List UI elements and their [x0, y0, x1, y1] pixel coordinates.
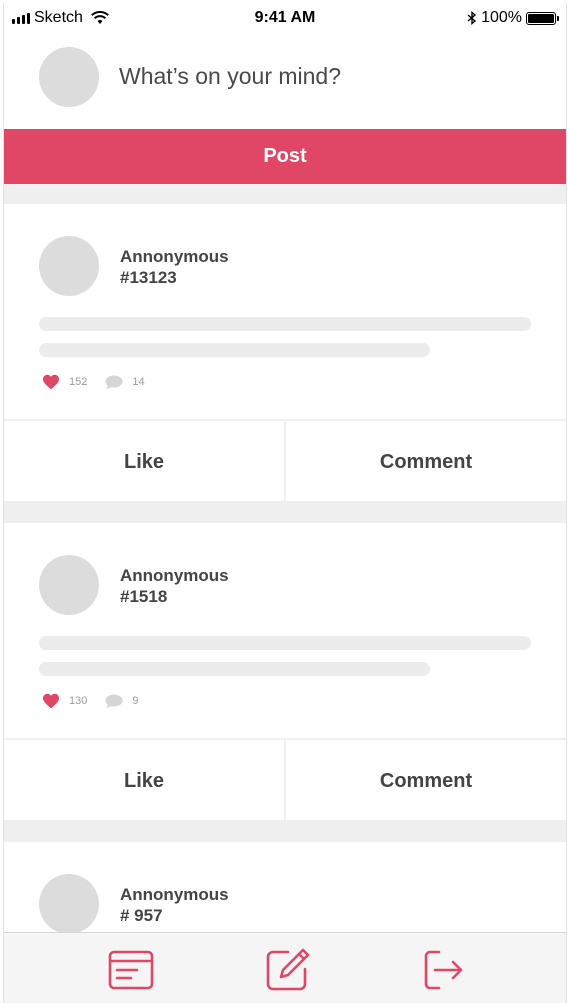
status-bar: Sketch 9:41 AM 100% [4, 3, 566, 39]
like-count: 152 [69, 376, 88, 388]
like-count: 130 [69, 695, 88, 707]
post-author: Annonymous #1518 [120, 565, 229, 607]
comment-button[interactable]: Comment [284, 421, 566, 503]
post-text-placeholder [39, 343, 430, 357]
comment-count: 14 [132, 376, 145, 388]
tab-feed[interactable] [108, 947, 154, 993]
tab-logout[interactable] [421, 947, 467, 993]
like-button[interactable]: Like [4, 740, 284, 822]
post-button[interactable]: Post [4, 129, 566, 184]
post-text-placeholder [39, 662, 430, 676]
app-screen: Sketch 9:41 AM 100% What’s on your mind?… [3, 3, 567, 1003]
like-button[interactable]: Like [4, 421, 284, 503]
post-text-placeholder [39, 636, 531, 650]
compose-icon [266, 948, 310, 991]
post-card: Annonymous #1518 130 9 Like Comment [4, 523, 566, 822]
post-stats: 152 14 [42, 374, 145, 390]
post-text-placeholder [39, 317, 531, 331]
feed-icon [108, 950, 154, 990]
author-id: # 957 [120, 906, 163, 925]
author-name: Annonymous [120, 885, 229, 904]
battery-icon [526, 11, 559, 25]
author-name: Annonymous [120, 566, 229, 585]
section-divider [4, 820, 566, 842]
bottom-tab-bar [4, 932, 566, 1003]
section-divider [4, 501, 566, 523]
post-actions: Like Comment [4, 419, 566, 503]
author-name: Annonymous [120, 247, 229, 266]
post-author: Annonymous #13123 [120, 246, 229, 288]
tab-compose[interactable] [264, 947, 310, 993]
avatar [39, 874, 99, 934]
heart-icon [43, 693, 59, 709]
post-card: Annonymous #13123 152 14 Like Comment [4, 204, 566, 503]
avatar [39, 236, 99, 296]
author-id: #1518 [120, 587, 168, 606]
comment-bubble-icon [105, 375, 123, 389]
composer-input[interactable]: What’s on your mind? [119, 63, 341, 90]
comment-count: 9 [132, 695, 139, 707]
post-author: Annonymous # 957 [120, 884, 229, 926]
post-stats: 130 9 [42, 693, 138, 709]
avatar [39, 555, 99, 615]
post-composer: What’s on your mind? [4, 39, 566, 129]
author-id: #13123 [120, 268, 177, 287]
comment-button[interactable]: Comment [284, 740, 566, 822]
logout-icon [424, 950, 463, 990]
battery-percentage: 100% [481, 9, 522, 26]
bluetooth-icon [467, 11, 477, 25]
post-actions: Like Comment [4, 738, 566, 822]
section-divider [4, 184, 566, 204]
comment-bubble-icon [105, 694, 123, 708]
avatar [39, 47, 99, 107]
heart-icon [43, 374, 59, 390]
